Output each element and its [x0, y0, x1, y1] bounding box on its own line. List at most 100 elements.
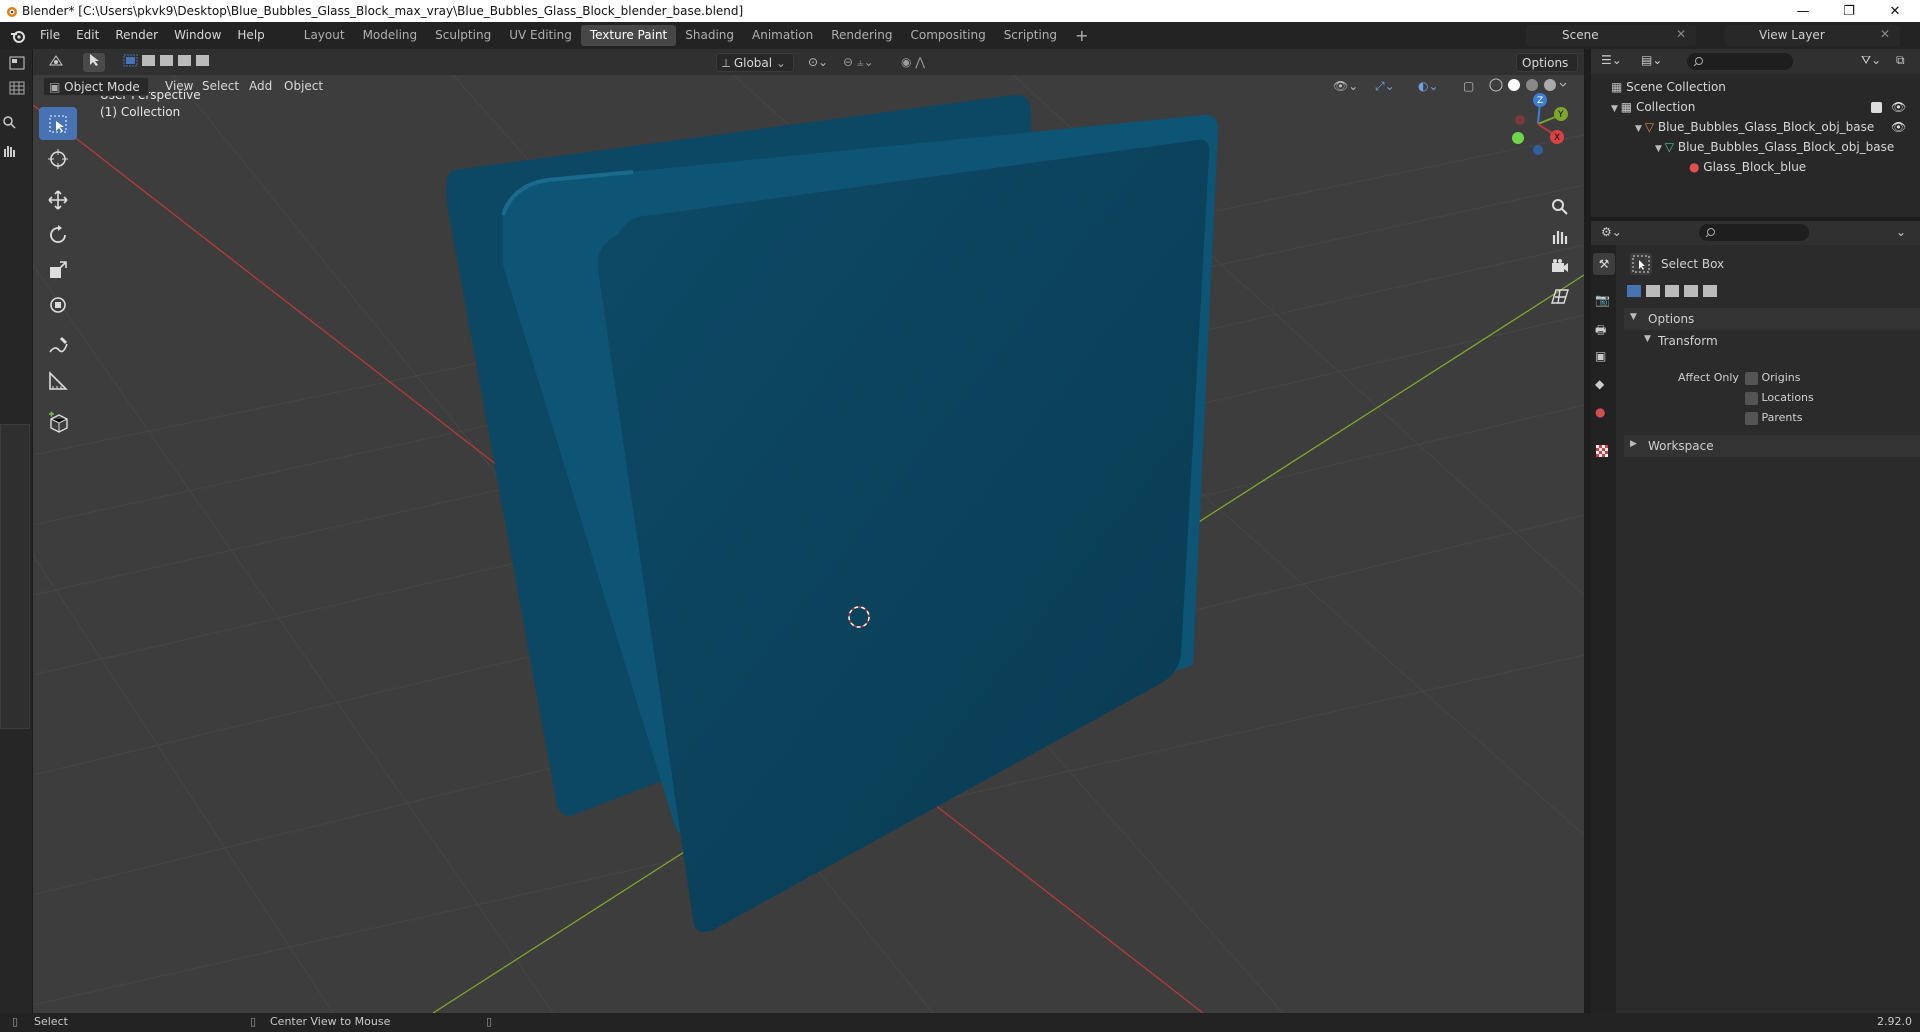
view-layer-tab-icon[interactable]: ▣ — [1595, 349, 1606, 363]
transform-tool[interactable] — [39, 288, 77, 321]
tab-texture-paint[interactable]: Texture Paint — [580, 25, 677, 46]
pivot-point-dropdown[interactable]: ⊙⌄ — [803, 53, 837, 72]
properties-options-chevron-icon[interactable]: ⌄ — [1896, 225, 1906, 239]
outliner-editor-type-icon[interactable]: ☰⌄ — [1601, 53, 1622, 67]
origins-checkbox[interactable]: Origins — [1745, 371, 1800, 385]
tab-compositing[interactable]: Compositing — [901, 25, 994, 46]
mouse-middle-icon: ▯ — [250, 1015, 257, 1028]
add-workspace-button[interactable]: + — [1066, 25, 1097, 46]
overlay-toggle[interactable]: ◐⌄ — [1413, 77, 1444, 96]
shading-mode-buttons[interactable] — [1483, 77, 1569, 96]
outliner-material-row[interactable]: ● Glass_Block_blue — [1689, 157, 1806, 177]
glass-block-front[interactable] — [597, 139, 1210, 933]
annotate-tool[interactable] — [39, 329, 77, 362]
collection-visibility-icon[interactable]: 👁 — [1891, 97, 1906, 117]
transform-orientation-dropdown[interactable]: ⟂ Global ⌄ — [716, 53, 794, 72]
render-tab-icon[interactable]: 📷 — [1595, 293, 1610, 307]
tab-layout[interactable]: Layout — [295, 25, 354, 46]
object-visibility-icon[interactable]: 👁 — [1891, 117, 1906, 137]
options-dropdown[interactable]: Options ⌄ — [1516, 53, 1578, 89]
scene-tab-icon[interactable]: ◆ — [1595, 377, 1604, 391]
pan-view-icon[interactable] — [1550, 227, 1570, 247]
tab-shading[interactable]: Shading — [676, 25, 743, 46]
menu-render[interactable]: Render — [107, 22, 166, 49]
transform-expand-icon: ▼ — [1644, 334, 1651, 344]
select-tool-header-button[interactable] — [83, 53, 105, 72]
menu-select[interactable]: Select — [197, 77, 244, 96]
outliner-collection-row[interactable]: ▼ ▦ Collection 👁 — [1611, 97, 1920, 117]
properties-search-input[interactable] — [1699, 224, 1809, 241]
scene-selector[interactable]: Scene ✕ — [1526, 25, 1696, 46]
3d-viewport[interactable]: User Perspective (1) Collection Z Y X — [33, 75, 1584, 1013]
collection-include-checkbox[interactable] — [1871, 102, 1882, 113]
new-collection-icon[interactable]: ⧉ — [1896, 53, 1905, 68]
selection-mode-buttons[interactable] — [117, 53, 217, 72]
proportional-edit-toggle[interactable]: ◉ ⋀ — [896, 53, 936, 72]
filter-icon[interactable]: ⛛⌄ — [1861, 53, 1881, 68]
tab-uv-editing[interactable]: UV Editing — [500, 25, 581, 46]
zoom-view-icon[interactable] — [1550, 197, 1570, 217]
view-layer-close-icon[interactable]: ✕ — [1880, 27, 1890, 41]
properties-editor-type-icon[interactable]: ⚙⌄ — [1601, 225, 1622, 239]
outliner-search-input[interactable] — [1687, 53, 1793, 70]
transform-subpanel-header[interactable]: ▼ Transform — [1624, 330, 1920, 352]
ortho-grid-icon[interactable] — [1550, 287, 1570, 307]
xray-toggle[interactable]: ▢ — [1458, 77, 1479, 96]
scene-close-icon[interactable]: ✕ — [1676, 27, 1686, 41]
tab-animation[interactable]: Animation — [743, 25, 822, 46]
move-tool[interactable] — [39, 183, 77, 216]
cursor-tool[interactable] — [39, 142, 77, 175]
zoom-icon[interactable] — [2, 115, 16, 129]
tool-selection-mode-icons[interactable] — [1625, 283, 1725, 299]
parents-checkbox-box[interactable] — [1745, 411, 1758, 425]
tab-modeling[interactable]: Modeling — [354, 25, 427, 46]
outliner-object-row[interactable]: ▼ ▽ Blue_Bubbles_Glass_Block_obj_base 👁 — [1635, 117, 1920, 137]
camera-view-icon[interactable] — [1550, 257, 1570, 277]
menu-help[interactable]: Help — [229, 22, 272, 49]
maximize-button[interactable]: ❐ — [1826, 0, 1872, 22]
locations-checkbox[interactable]: Locations — [1745, 391, 1814, 405]
pan-hand-icon[interactable] — [2, 143, 16, 159]
parents-checkbox[interactable]: Parents — [1745, 411, 1802, 425]
origins-checkbox-box[interactable] — [1745, 371, 1758, 385]
menu-file[interactable]: File — [32, 22, 68, 49]
menu-add[interactable]: Add — [244, 77, 277, 96]
texture-grid-icon[interactable] — [9, 81, 25, 95]
editor-type-icon[interactable] — [9, 56, 25, 70]
minimize-button[interactable]: — — [1780, 0, 1826, 22]
area-divider[interactable] — [1584, 49, 1591, 1013]
tab-rendering[interactable]: Rendering — [822, 25, 901, 46]
active-tool-icon — [1630, 253, 1652, 275]
snap-toggle[interactable]: ⊖ ⫨⌄ — [838, 53, 890, 72]
close-button[interactable]: ✕ — [1872, 0, 1918, 22]
editor-type-button[interactable] — [43, 53, 69, 72]
visibility-dropdown[interactable]: 👁⌄ — [1328, 77, 1363, 96]
menu-window[interactable]: Window — [166, 22, 229, 49]
scale-tool[interactable] — [39, 253, 77, 286]
world-tab-icon[interactable]: ● — [1595, 405, 1605, 419]
locations-checkbox-box[interactable] — [1745, 391, 1758, 405]
tab-sculpting[interactable]: Sculpting — [426, 25, 500, 46]
view-layer-name: View Layer — [1759, 28, 1825, 42]
object-mode-dropdown[interactable]: ▣ Object Mode ⌄ — [43, 77, 149, 113]
gizmo-toggle[interactable]: ⤢⌄ — [1370, 77, 1400, 96]
menu-object[interactable]: Object — [279, 77, 328, 96]
blender-menu-icon[interactable] — [10, 28, 26, 44]
options-panel-header[interactable]: ▼ Options — [1624, 308, 1920, 330]
texture-tab-icon[interactable] — [1596, 445, 1608, 457]
select-box-tool[interactable] — [39, 107, 77, 140]
workspace-panel-header[interactable]: ▶ Workspace — [1624, 435, 1920, 457]
rotate-tool[interactable] — [39, 218, 77, 251]
measure-tool[interactable] — [39, 364, 77, 397]
output-tab-icon[interactable]: 🖶 — [1595, 321, 1606, 342]
outliner-scene-collection[interactable]: ▦ Scene Collection — [1611, 77, 1726, 97]
view-layer-selector[interactable]: View Layer ✕ — [1725, 25, 1900, 46]
tab-scripting[interactable]: Scripting — [995, 25, 1066, 46]
outliner-mesh-row[interactable]: ▼ ▽ Blue_Bubbles_Glass_Block_obj_base — [1655, 137, 1894, 157]
add-cube-tool[interactable] — [39, 405, 77, 438]
select-box-icon — [49, 115, 67, 132]
menu-edit[interactable]: Edit — [68, 22, 107, 49]
menu-view[interactable]: View — [160, 77, 198, 96]
tool-tab-icon[interactable]: ⚒ — [1593, 253, 1615, 275]
display-mode-icon[interactable]: ▤⌄ — [1641, 53, 1662, 67]
